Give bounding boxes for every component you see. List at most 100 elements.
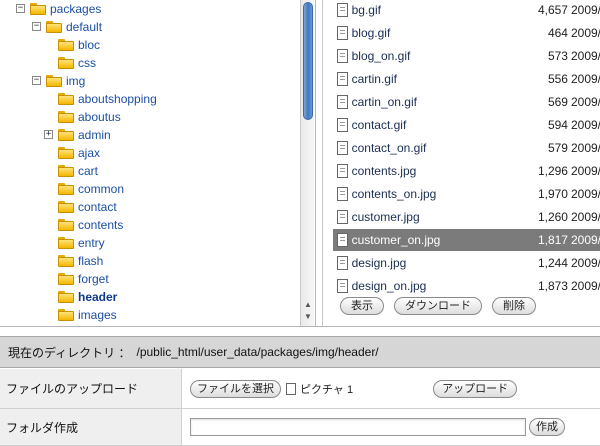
upload-button[interactable]: アップロード — [433, 379, 518, 398]
folder-icon — [58, 129, 74, 141]
upload-field: ファイルを選択 ピクチャ 1 アップロード — [182, 369, 600, 408]
document-icon — [337, 187, 348, 201]
collapse-icon[interactable]: − — [32, 22, 41, 31]
tree-scroll-thumb[interactable] — [303, 2, 313, 120]
tree-item-aboutus[interactable]: aboutus — [0, 108, 300, 126]
directory-tree-pane: − packages − default bloc css − img aboutshoppin… — [0, 0, 316, 326]
collapse-icon[interactable]: − — [16, 4, 25, 13]
scroll-up-icon[interactable]: ▲ — [303, 300, 313, 310]
folder-create-field: 作成 — [182, 409, 600, 445]
file-date: 2009/ — [570, 141, 600, 155]
file-date: 2009/ — [570, 118, 600, 132]
upload-row: ファイルのアップロード ファイルを選択 ピクチャ 1 アップロード — [0, 369, 600, 409]
tree-item-ajax[interactable]: ajax — [0, 144, 300, 162]
file-name: blog_on.gif — [351, 49, 411, 63]
file-icon — [286, 382, 296, 395]
file-date: 2009/ — [570, 49, 600, 63]
tree-item-css[interactable]: css — [0, 54, 300, 72]
download-button[interactable]: ダウンロード — [394, 297, 482, 315]
file-name: cartin.gif — [351, 72, 397, 86]
file-row[interactable]: design_on.jpg 1,873 2009/ — [333, 275, 600, 297]
file-row[interactable]: contents_on.jpg 1,970 2009/ — [333, 183, 600, 205]
document-icon — [337, 164, 348, 178]
file-date: 2009/ — [570, 72, 600, 86]
create-folder-button[interactable]: 作成 — [529, 418, 565, 436]
upload-label: ファイルのアップロード — [0, 369, 182, 408]
file-name: contents_on.jpg — [351, 187, 437, 201]
folder-icon — [46, 21, 62, 33]
folder-icon — [58, 183, 74, 195]
file-size: 4,657 — [537, 3, 568, 17]
tree-item-label: common — [78, 182, 125, 196]
file-size: 1,260 — [537, 210, 568, 224]
document-icon — [337, 279, 348, 293]
tree-item-label: header — [78, 290, 118, 304]
file-row[interactable]: blog.gif 464 2009/ — [333, 22, 600, 44]
file-date: 2009/ — [570, 95, 600, 109]
tree-item-aboutshopping[interactable]: aboutshopping — [0, 90, 300, 108]
file-name: contact_on.gif — [351, 141, 427, 155]
expand-icon[interactable]: + — [44, 130, 53, 139]
file-row[interactable]: contact_on.gif 579 2009/ — [333, 137, 600, 159]
scroll-down-icon[interactable]: ▼ — [303, 312, 313, 322]
collapse-icon[interactable]: − — [32, 76, 41, 85]
file-date: 2009/ — [570, 187, 600, 201]
file-row[interactable]: cartin_on.gif 569 2009/ — [333, 91, 600, 113]
tree-item-label: ajax — [78, 146, 101, 160]
file-row[interactable]: design.jpg 1,244 2009/ — [333, 252, 600, 274]
tree-item-contact[interactable]: contact — [0, 198, 300, 216]
file-date: 2009/ — [570, 164, 600, 178]
tree-item-header[interactable]: header — [0, 288, 300, 306]
tree-item-common[interactable]: common — [0, 180, 300, 198]
current-directory-path: /public_html/user_data/packages/img/head… — [136, 345, 379, 359]
choose-file-button[interactable]: ファイルを選択 — [190, 379, 281, 398]
folder-icon — [30, 3, 46, 15]
view-button[interactable]: 表示 — [340, 297, 384, 315]
file-row[interactable]: contents.jpg 1,296 2009/ — [333, 160, 600, 182]
tree-vertical-scrollbar[interactable]: ▲ ▼ — [300, 0, 314, 326]
file-row[interactable]: contact.gif 594 2009/ — [333, 114, 600, 136]
folder-icon — [58, 273, 74, 285]
tree-item-label: forget — [78, 272, 109, 286]
tree-item-admin[interactable]: + admin — [0, 126, 300, 144]
tree-item-default[interactable]: − default — [0, 18, 300, 36]
tree-item-label: default — [66, 20, 103, 34]
tree-item-label: css — [78, 56, 96, 70]
tree-item-images[interactable]: images — [0, 306, 300, 324]
file-row[interactable]: bg.gif 4,657 2009/ — [333, 0, 600, 21]
tree-item-cart[interactable]: cart — [0, 162, 300, 180]
delete-button[interactable]: 削除 — [492, 297, 536, 315]
file-name: design.jpg — [351, 256, 407, 270]
tree-item-flash[interactable]: flash — [0, 252, 300, 270]
file-list-pane: bg.gif 4,657 2009/blog.gif 464 2009/blog_on.… — [322, 0, 600, 326]
document-icon — [337, 233, 348, 247]
file-row[interactable]: customer_on.jpg 1,817 2009/ — [333, 229, 600, 251]
document-icon — [337, 141, 348, 155]
file-date: 2009/ — [570, 3, 600, 17]
tree-item-packages[interactable]: − packages — [0, 0, 300, 18]
tree-item-contents[interactable]: contents — [0, 216, 300, 234]
tree-item-label: contents — [78, 218, 124, 232]
folder-name-input[interactable] — [190, 418, 526, 436]
tree-item-entry[interactable]: entry — [0, 234, 300, 252]
document-icon — [337, 95, 348, 109]
folder-icon — [58, 309, 74, 321]
folder-icon — [58, 111, 74, 123]
file-name: customer.jpg — [351, 210, 420, 224]
file-size: 1,296 — [537, 164, 568, 178]
file-row[interactable]: customer.jpg 1,260 2009/ — [333, 206, 600, 228]
file-row[interactable]: blog_on.gif 573 2009/ — [333, 45, 600, 67]
tree-item-img[interactable]: − img — [0, 72, 300, 90]
tree-item-bloc[interactable]: bloc — [0, 36, 300, 54]
tree-item-label: contact — [78, 200, 117, 214]
tree-item-label: aboutus — [78, 110, 121, 124]
current-directory-label: 現在のディレクトリ ： — [8, 345, 131, 360]
folder-icon — [58, 147, 74, 159]
tree-item-label: admin — [78, 128, 111, 142]
file-row[interactable]: cartin.gif 556 2009/ — [333, 68, 600, 90]
folder-icon — [46, 75, 62, 87]
folder-icon — [58, 93, 74, 105]
tree-item-label: bloc — [78, 38, 101, 52]
file-name: blog.gif — [351, 26, 391, 40]
tree-item-forget[interactable]: forget — [0, 270, 300, 288]
